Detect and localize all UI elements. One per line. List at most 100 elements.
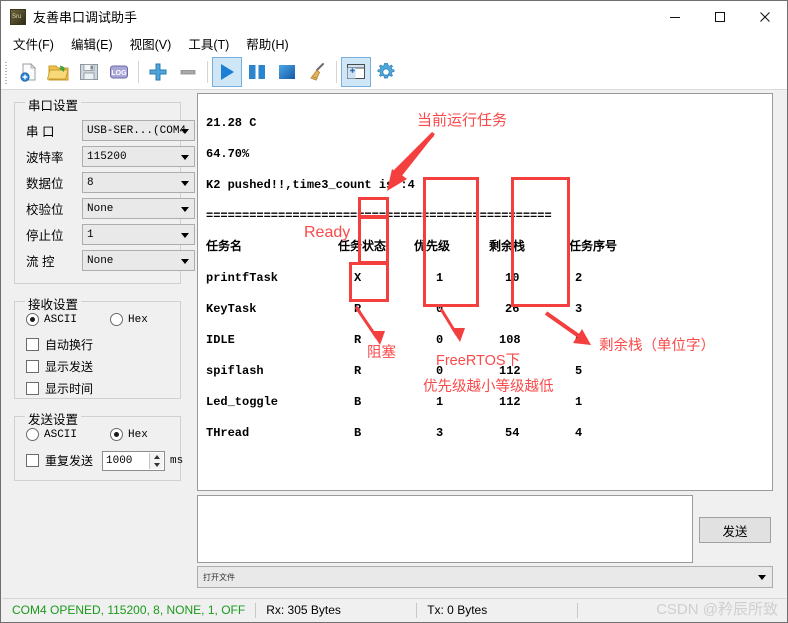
window-title: 友善串口调试助手 xyxy=(33,10,138,25)
task-row-priority: 0 xyxy=(436,332,444,347)
repeat-interval-stepper[interactable]: 1000 xyxy=(102,451,165,471)
receive-text-area[interactable]: 21.28 C 64.70% K2 pushed!!,time3_count i… xyxy=(197,93,773,491)
stepper-up-icon[interactable] xyxy=(150,453,163,461)
save-icon[interactable] xyxy=(74,57,104,87)
task-row-stack: 108 xyxy=(499,332,521,347)
add-icon[interactable] xyxy=(143,57,173,87)
task-row-name: KeyTask xyxy=(206,301,257,316)
new-window-icon[interactable] xyxy=(341,57,371,87)
field-data-bits: 数据位 8 xyxy=(26,172,195,193)
chevron-down-icon xyxy=(181,258,189,264)
flow-control-combo[interactable]: None xyxy=(82,250,195,271)
task-row-name: spiflash xyxy=(206,363,264,378)
receive-mode-hex[interactable]: Hex xyxy=(110,313,148,326)
task-row-state: R xyxy=(354,301,362,316)
menubar: 文件(F) 编辑(E) 视图(V) 工具(T) 帮助(H) xyxy=(1,32,787,55)
stepper-down-icon[interactable] xyxy=(150,461,163,469)
baud-rate-combo-value: 115200 xyxy=(87,150,127,163)
stop-bits-combo-value: 1 xyxy=(87,228,94,241)
minimize-icon[interactable] xyxy=(652,1,697,32)
clear-broom-icon[interactable] xyxy=(302,57,332,87)
show-send-label: 显示发送 xyxy=(45,360,94,374)
task-row-state: R xyxy=(354,332,362,347)
repeat-send-label: 重复发送 xyxy=(45,454,94,468)
stepper-buttons[interactable] xyxy=(149,453,163,469)
receive-settings-title: 接收设置 xyxy=(25,294,82,313)
task-row-priority: 3 xyxy=(436,425,444,440)
task-row-name: THread xyxy=(206,425,250,440)
titlebar: 友善串口调试助手 xyxy=(1,1,787,32)
send-mode-hex[interactable]: Hex xyxy=(110,428,148,441)
open-folder-icon[interactable] xyxy=(44,57,74,87)
terminal-line-key-event: K2 pushed!!,time3_count is :4 xyxy=(206,177,415,192)
field-label-port: 串 口 xyxy=(26,125,55,139)
menu-file[interactable]: 文件(F) xyxy=(13,34,54,53)
statusbar: COM4 OPENED, 115200, 8, NONE, 1, OFF Rx:… xyxy=(2,598,786,621)
menu-help[interactable]: 帮助(H) xyxy=(246,34,288,53)
log-icon[interactable]: LOG xyxy=(104,57,134,87)
maximize-icon[interactable] xyxy=(697,1,742,32)
toolbar-separator xyxy=(336,61,337,83)
status-tx-bytes: Tx: 0 Bytes xyxy=(427,603,488,617)
highlight-box-running-state xyxy=(358,197,389,218)
send-ascii-label: ASCII xyxy=(44,428,78,441)
send-mode-ascii[interactable]: ASCII xyxy=(26,428,77,441)
receive-ascii-label: ASCII xyxy=(44,313,78,326)
task-row-index: 6 xyxy=(575,332,583,347)
parity-combo-value: None xyxy=(87,202,114,215)
radio-icon-hex-send xyxy=(110,428,123,441)
menu-tools[interactable]: 工具(T) xyxy=(188,34,229,53)
checkbox-auto-wrap[interactable]: 自动换行 xyxy=(26,336,93,353)
stop-bits-combo[interactable]: 1 xyxy=(82,224,195,245)
send-text-area[interactable] xyxy=(197,495,693,563)
settings-gear-icon[interactable] xyxy=(371,57,401,87)
chevron-down-icon xyxy=(181,206,189,212)
toolbar-grip[interactable] xyxy=(4,60,10,84)
app-icon xyxy=(10,8,26,25)
menu-edit[interactable]: 编辑(E) xyxy=(71,34,113,53)
terminal-line-humidity-1: 64.70% xyxy=(206,146,250,161)
serial-settings-title: 串口设置 xyxy=(25,95,82,114)
flow-control-combo-value: None xyxy=(87,254,114,267)
toolbar: LOG xyxy=(1,55,787,90)
file-path-combo[interactable]: 打开文件 xyxy=(197,566,773,588)
port-combo[interactable]: USB-SER...(COM4 xyxy=(82,120,195,141)
checkbox-show-time[interactable]: 显示时间 xyxy=(26,380,93,397)
task-row-state: R xyxy=(354,363,362,378)
port-combo-value: USB-SER...(COM4 xyxy=(87,124,187,137)
task-row-index: 2 xyxy=(575,270,583,285)
receive-mode-ascii[interactable]: ASCII xyxy=(26,313,77,326)
baud-rate-combo[interactable]: 115200 xyxy=(82,146,195,167)
checkbox-icon-show-time xyxy=(26,382,39,395)
parity-combo[interactable]: None xyxy=(82,198,195,219)
field-label-stop-bits: 停止位 xyxy=(26,229,64,243)
task-row-name: Led_toggle xyxy=(206,394,279,409)
toolbar-separator xyxy=(207,61,208,83)
stop-icon[interactable] xyxy=(272,57,302,87)
play-icon[interactable] xyxy=(212,57,242,87)
svg-text:LOG: LOG xyxy=(111,70,127,77)
data-bits-combo[interactable]: 8 xyxy=(82,172,195,193)
checkbox-show-send[interactable]: 显示发送 xyxy=(26,358,93,375)
task-row-name: printfTask xyxy=(206,270,279,285)
task-row-index: 4 xyxy=(575,425,583,440)
highlight-box-stack-column xyxy=(511,177,570,307)
auto-wrap-label: 自动换行 xyxy=(45,338,94,352)
repeat-interval-unit: ms xyxy=(170,455,184,467)
pause-icon[interactable] xyxy=(242,57,272,87)
chevron-down-icon xyxy=(181,232,189,238)
file-path-combo-value: 打开文件 xyxy=(203,572,235,582)
task-row-index: 3 xyxy=(575,301,583,316)
status-connection: COM4 OPENED, 115200, 8, NONE, 1, OFF xyxy=(12,603,246,617)
checkbox-repeat-send[interactable]: 重复发送 xyxy=(26,452,93,469)
field-port: 串 口 USB-SER...(COM4 xyxy=(26,120,195,141)
task-header-name: 任务名 xyxy=(206,239,243,254)
send-button[interactable]: 发送 xyxy=(699,517,771,543)
task-row-name: IDLE xyxy=(206,332,235,347)
task-row-stack: 54 xyxy=(505,425,520,440)
close-icon[interactable] xyxy=(742,1,787,32)
remove-icon[interactable] xyxy=(173,57,203,87)
menu-view[interactable]: 视图(V) xyxy=(130,34,172,53)
new-file-icon[interactable] xyxy=(14,57,44,87)
radio-icon-hex-receive xyxy=(110,313,123,326)
